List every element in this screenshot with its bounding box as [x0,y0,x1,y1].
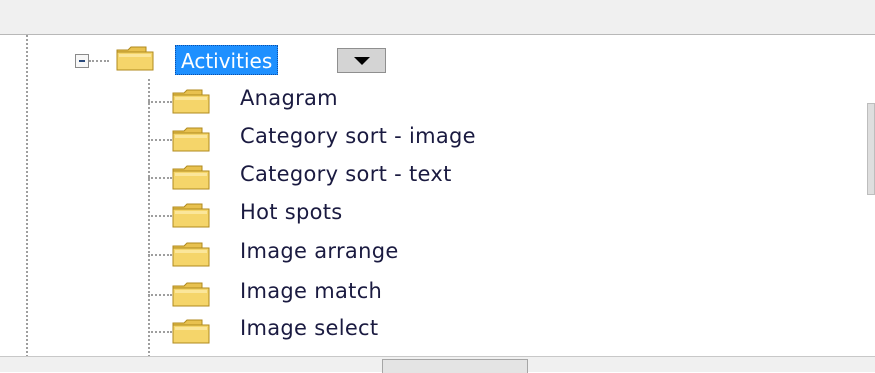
tree-node-anagram[interactable]: Anagram [148,82,748,119]
folder-icon [172,203,210,228]
tree-node-label: Hot spots [240,200,343,224]
folder-icon [172,242,210,267]
tree-connector [148,139,172,141]
tree-node-category-sort-text[interactable]: Category sort - text [148,158,748,195]
scrollbar-thumb[interactable] [867,103,875,195]
tree-node-label: Anagram [240,86,338,110]
tree-connector [148,331,172,333]
tree-connector [148,177,172,179]
folder-icon [172,319,210,344]
tree-node-image-match[interactable]: Image match [148,275,748,312]
tree-connector [148,215,172,217]
folder-icon [172,89,210,114]
tree-node-label: Category sort - text [240,162,452,186]
tree-connector [148,294,172,296]
bottom-tab[interactable] [382,359,528,373]
tree-node-activities[interactable]: Activities [175,45,279,75]
collapse-minus-icon[interactable] [75,54,89,68]
tree-node-label: Image select [240,316,379,340]
tree-connector [148,101,172,103]
tree-node-label: Image arrange [240,239,399,263]
top-toolbar [0,0,875,34]
tree-node-image-select[interactable]: Image select [148,312,748,349]
dropdown-arrow-icon[interactable] [337,48,386,73]
tree-view: Activities Anagram Category sort - image… [0,34,875,357]
tree-node-category-sort-image[interactable]: Category sort - image [148,120,748,157]
bottom-bar [0,356,875,373]
tree-node-hot-spots[interactable]: Hot spots [148,196,748,233]
folder-icon [172,127,210,152]
tree-node-image-arrange[interactable]: Image arrange [148,235,748,272]
tree-guide-line [26,35,28,357]
tree-connector [148,254,172,256]
vertical-scrollbar[interactable] [867,35,875,357]
tree-node-label: Category sort - image [240,124,476,148]
tree-connector [89,60,109,62]
folder-icon [116,46,154,71]
folder-icon [172,282,210,307]
tree-node-label: Image match [240,279,383,303]
folder-icon [172,165,210,190]
